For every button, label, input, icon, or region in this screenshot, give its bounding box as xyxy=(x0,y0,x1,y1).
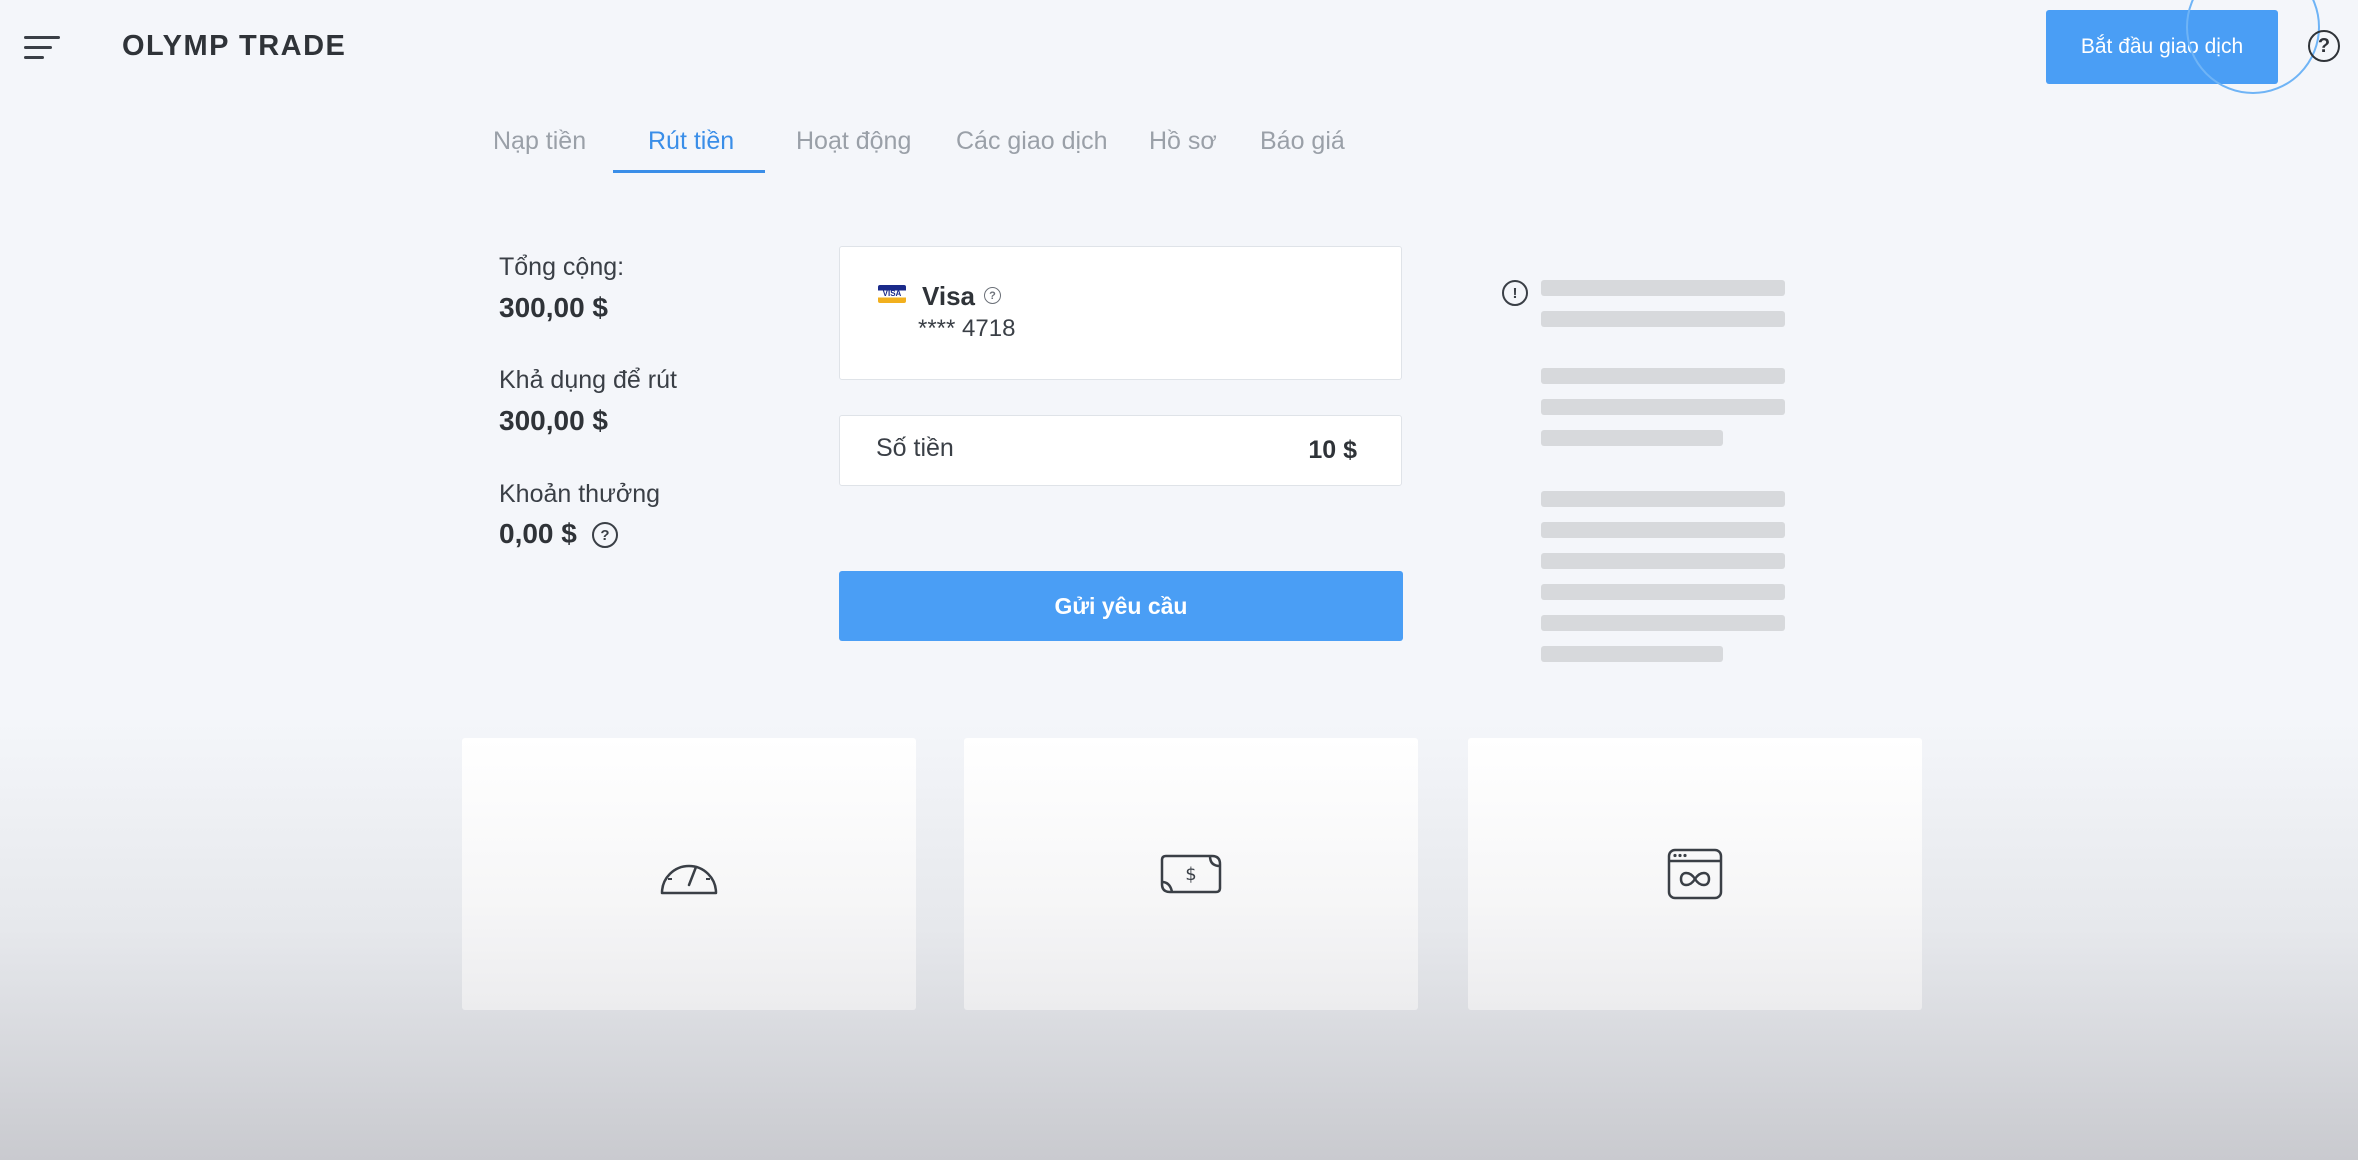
tab-withdraw[interactable]: Rút tiền xyxy=(648,127,734,156)
card-brand: Visa xyxy=(922,281,976,311)
skeleton-line xyxy=(1541,646,1723,662)
tab-quotes[interactable]: Báo giá xyxy=(1260,127,1345,156)
available-label: Khả dụng để rút xyxy=(499,366,677,394)
tab-activity[interactable]: Hoạt động xyxy=(796,127,911,156)
skeleton-line xyxy=(1541,553,1785,569)
info-icon: ! xyxy=(1502,280,1528,306)
feature-card-speed xyxy=(462,738,916,1010)
skeleton-line xyxy=(1541,430,1723,446)
skeleton-line xyxy=(1541,311,1785,327)
amount-field[interactable]: Số tiền 10 $ xyxy=(839,415,1402,486)
submit-request-button[interactable]: Gửi yêu cầu xyxy=(839,571,1403,641)
svg-text:$: $ xyxy=(1185,864,1196,885)
card-number: **** 4718 xyxy=(918,315,1016,342)
skeleton-line xyxy=(1541,522,1785,538)
infinity-card-icon xyxy=(1667,848,1723,900)
start-trading-button[interactable]: Bắt đầu giao dịch xyxy=(2046,10,2278,84)
skeleton-line xyxy=(1541,280,1785,296)
logo[interactable]: OLYMP TRADE xyxy=(122,30,346,63)
speedometer-icon xyxy=(660,864,718,895)
total-label: Tổng cộng: xyxy=(499,253,625,281)
available-value: 300,00 $ xyxy=(499,405,608,436)
skeleton-line xyxy=(1541,368,1785,384)
active-tab-underline xyxy=(613,170,765,173)
menu-icon[interactable] xyxy=(24,36,60,60)
skeleton-line xyxy=(1541,584,1785,600)
bonus-value: 0,00 $ xyxy=(499,518,577,549)
money-bill-icon: $ xyxy=(1160,854,1222,894)
tab-trades[interactable]: Các giao dịch xyxy=(956,127,1107,156)
feature-card-unlimited xyxy=(1468,738,1922,1010)
skeleton-line xyxy=(1541,399,1785,415)
tab-profile[interactable]: Hồ sơ xyxy=(1149,127,1217,156)
card-help-icon[interactable]: ? xyxy=(984,287,1001,304)
help-icon[interactable]: ? xyxy=(2308,30,2340,62)
skeleton-line xyxy=(1541,491,1785,507)
amount-label: Số tiền xyxy=(876,434,954,462)
amount-value[interactable]: 10 $ xyxy=(1308,436,1357,465)
skeleton-line xyxy=(1541,615,1785,631)
tab-deposit[interactable]: Nạp tiền xyxy=(493,127,586,156)
payment-card-selector[interactable]: VISA Visa ? **** 4718 xyxy=(839,246,1402,380)
visa-logo-icon: VISA xyxy=(878,285,906,303)
bonus-label: Khoản thưởng xyxy=(499,480,661,508)
total-value: 300,00 $ xyxy=(499,292,608,323)
bonus-help-icon[interactable]: ? xyxy=(592,522,618,548)
feature-card-money: $ xyxy=(964,738,1418,1010)
